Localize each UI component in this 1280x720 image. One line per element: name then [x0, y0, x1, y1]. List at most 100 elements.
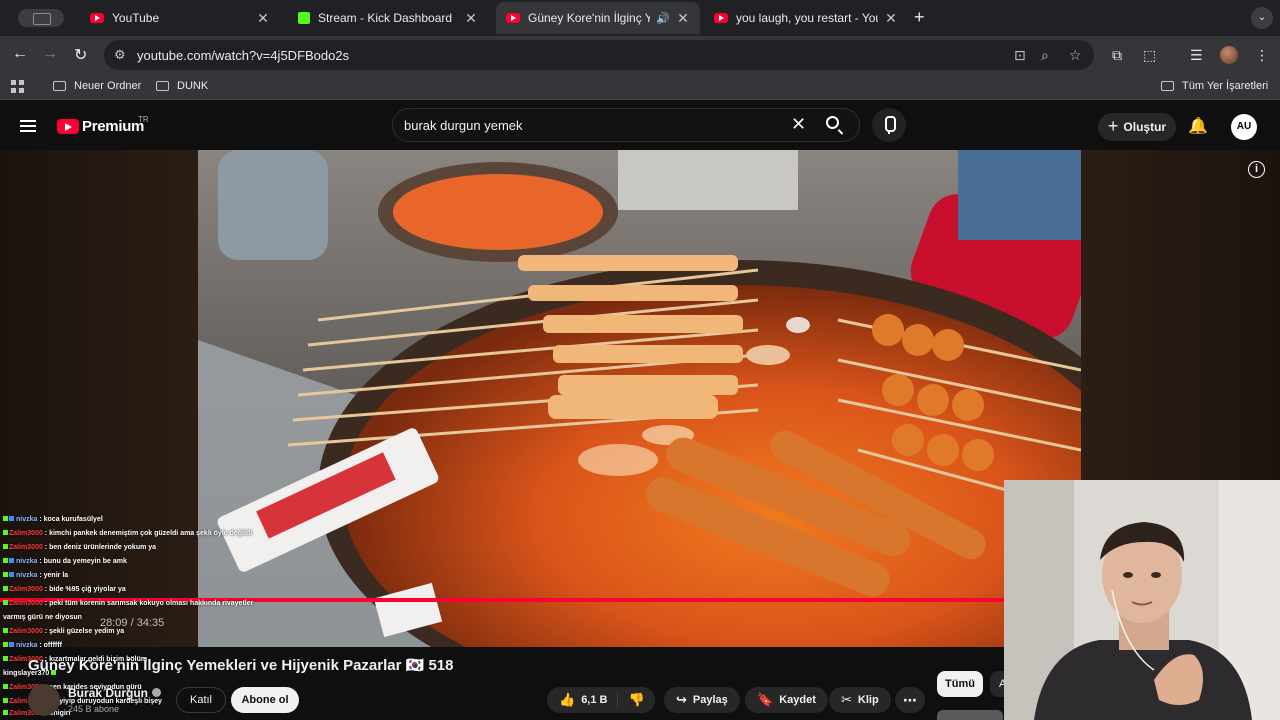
verified-icon	[152, 688, 162, 697]
chip-all[interactable]: Tümü	[937, 671, 983, 697]
chat-message: Zalim3000 : şekli güzelse yedim ya	[3, 625, 124, 639]
install-app-icon[interactable]: ⊡	[1014, 47, 1026, 64]
tab-active-video[interactable]: Güney Kore'nin İlginç Yem 🔊 ✕	[496, 2, 700, 34]
share-icon: ↪	[676, 692, 687, 707]
youtube-icon	[506, 13, 520, 23]
like-dislike-group: 👍 6,1 B 👎	[547, 687, 655, 713]
tab-kick-dashboard[interactable]: Stream - Kick Dashboard ✕	[288, 2, 488, 34]
chevron-down-icon[interactable]: ⌄	[1251, 7, 1273, 29]
dislike-button[interactable]: 👎	[618, 692, 654, 708]
puzzle-icon[interactable]: ⬚	[1143, 47, 1156, 64]
youtube-brand[interactable]: Premium	[82, 118, 144, 135]
save-button[interactable]: 🔖 Kaydet	[745, 687, 828, 713]
subscribe-button[interactable]: Abone ol	[231, 687, 299, 713]
new-tab-button[interactable]: +	[914, 7, 925, 28]
badge-icon	[3, 628, 8, 633]
hamburger-menu-icon[interactable]	[20, 120, 36, 132]
tab-youtube[interactable]: YouTube ✕	[80, 2, 280, 34]
tab-you-laugh[interactable]: you laugh, you restart - YouTu ✕	[704, 2, 908, 34]
search-icon	[826, 116, 839, 129]
video-frame	[198, 150, 1081, 647]
zoom-icon[interactable]: ⌕	[1041, 47, 1049, 64]
chat-message: nivzka : yenir la	[3, 569, 68, 583]
chat-text: kimchi pankek denemiştim çok güzeldi ama…	[49, 530, 253, 537]
tab-overview-icon[interactable]	[18, 9, 64, 27]
badge-icon	[9, 572, 14, 577]
tab-title: YouTube	[112, 11, 160, 25]
badge-icon	[3, 710, 8, 715]
badge-icon	[9, 642, 14, 647]
scissors-icon: ✂	[841, 692, 852, 707]
browser-toolbar: ← → ↻ ⚙ youtube.com/watch?v=4j5DFBodo2s …	[0, 36, 1280, 74]
chat-message: nivzka : offffff	[3, 639, 62, 653]
reading-list-icon[interactable]: ☰	[1190, 47, 1203, 64]
address-bar[interactable]: ⚙ youtube.com/watch?v=4j5DFBodo2s ⊡ ⌕ ☆	[104, 40, 1094, 70]
badge-icon	[9, 558, 14, 563]
create-button[interactable]: + Oluştur	[1098, 113, 1176, 141]
youtube-header: Premium TR burak durgun yemek ✕ + Oluştu…	[0, 100, 1280, 150]
extension-icon[interactable]: ⧉	[1112, 47, 1122, 64]
folder-icon	[53, 81, 66, 91]
channel-name-text: Burak Durgun	[68, 686, 149, 700]
clip-button[interactable]: ✂ Klip	[829, 687, 891, 713]
clip-label: Klip	[857, 694, 879, 706]
badge-icon	[3, 516, 8, 521]
like-button[interactable]: 👍 6,1 B	[547, 692, 619, 708]
chat-text: yenir la	[43, 572, 69, 579]
search-input[interactable]: burak durgun yemek	[404, 118, 523, 133]
back-arrow-icon[interactable]: ←	[12, 45, 28, 63]
microphone-icon[interactable]	[872, 108, 906, 142]
bookmark-folder[interactable]: DUNK	[156, 80, 208, 92]
bookmark-folder[interactable]: Neuer Ordner	[53, 80, 141, 92]
kebab-menu-icon[interactable]: ⋮	[1255, 47, 1269, 64]
subscriber-count: 245 B abone	[68, 704, 120, 714]
search-bar[interactable]: burak durgun yemek ✕	[392, 108, 860, 142]
search-button[interactable]	[821, 112, 849, 138]
badge-icon	[3, 530, 8, 535]
chat-user: nivzka	[16, 516, 38, 523]
close-icon[interactable]: ✕	[464, 10, 478, 27]
reload-icon[interactable]: ↻	[74, 45, 87, 65]
kick-icon	[298, 12, 310, 24]
chat-user: Zalim3000	[9, 530, 43, 537]
badge-icon	[3, 558, 8, 563]
recommended-thumbnail[interactable]	[937, 710, 1003, 720]
close-icon[interactable]: ✕	[676, 10, 690, 27]
forward-arrow-icon[interactable]: →	[42, 45, 58, 63]
chat-user: Zalim3000	[9, 544, 43, 551]
badge-icon	[3, 544, 8, 549]
join-button[interactable]: Katıl	[176, 687, 226, 713]
chat-message: nivzka : koca kurufasülyel	[3, 513, 103, 527]
share-button[interactable]: ↪ Paylaş	[664, 687, 740, 713]
account-avatar[interactable]: AU	[1231, 114, 1257, 140]
channel-avatar[interactable]	[28, 684, 60, 716]
bookmark-star-icon[interactable]: ☆	[1069, 47, 1082, 64]
youtube-logo-icon[interactable]	[57, 119, 79, 134]
close-icon[interactable]: ✕	[256, 10, 270, 27]
notifications-bell-icon[interactable]: 🔔	[1188, 116, 1208, 136]
info-icon[interactable]: i	[1248, 161, 1265, 178]
badge-icon	[3, 698, 8, 703]
site-settings-icon[interactable]: ⚙	[114, 47, 126, 63]
more-actions-button[interactable]: ⋯	[895, 687, 925, 713]
chat-text: bide %95 çiğ yiyolar ya	[49, 586, 126, 593]
thumbs-up-icon: 👍	[559, 692, 576, 707]
speaker-icon[interactable]: 🔊	[656, 12, 670, 25]
badge-icon	[3, 642, 8, 647]
chat-user: Zalim3000	[9, 628, 43, 635]
badge-icon	[3, 586, 8, 591]
close-icon[interactable]: ✕	[884, 10, 898, 27]
clear-search-icon[interactable]: ✕	[791, 114, 806, 135]
tab-title: Güney Kore'nin İlginç Yem	[528, 11, 651, 25]
all-bookmarks[interactable]: Tüm Yer İşaretleri	[1161, 80, 1268, 92]
profile-avatar[interactable]	[1220, 46, 1238, 64]
badge-icon	[9, 516, 14, 521]
apps-grid-icon[interactable]	[11, 80, 24, 93]
badge-icon	[3, 656, 8, 661]
share-label: Paylaş	[692, 694, 728, 706]
bookmark-label: Neuer Ordner	[74, 80, 142, 92]
url-text: youtube.com/watch?v=4j5DFBodo2s	[137, 48, 350, 63]
plus-icon: +	[1107, 115, 1119, 136]
channel-name[interactable]: Burak Durgun	[68, 686, 162, 700]
badge-icon	[3, 572, 8, 577]
